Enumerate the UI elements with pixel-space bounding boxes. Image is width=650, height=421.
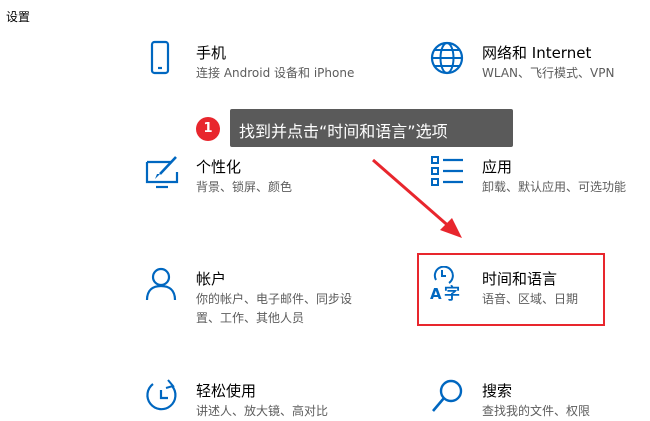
tile-title: 搜索: [482, 382, 513, 400]
tile-title: 网络和 Internet: [482, 44, 592, 62]
tile-title: 个性化: [196, 158, 242, 176]
settings-tile-search[interactable]: 搜索 查找我的文件、权限: [430, 378, 645, 418]
tile-description: WLAN、飞行模式、VPN: [482, 66, 615, 80]
ease-of-access-icon: [146, 379, 177, 411]
person-icon: [145, 267, 177, 301]
settings-tile-apps[interactable]: 应用 卸载、默认应用、可选功能: [430, 154, 645, 214]
tile-title: 轻松使用: [196, 382, 257, 400]
tile-title: 应用: [482, 158, 513, 176]
tile-description: 你的帐户、电子邮件、同步设 置、工作、其他人员: [196, 292, 353, 325]
highlight-box: [417, 253, 605, 326]
tooltip-text: 找到并点击“时间和语言”选项: [239, 122, 448, 141]
tile-description: 查找我的文件、权限: [482, 404, 591, 418]
search-icon: [432, 379, 463, 412]
app-list-icon: [431, 156, 463, 186]
settings-tile-ease-of-access[interactable]: 轻松使用 讲述人、放大镜、高对比: [144, 378, 384, 418]
tile-title: 手机: [196, 44, 227, 62]
settings-tile-accounts[interactable]: 帐户 你的帐户、电子邮件、同步设 置、工作、其他人员: [144, 266, 384, 332]
step-number-badge: 1: [196, 117, 220, 141]
tile-title: 帐户: [196, 270, 227, 288]
page-title: 设置: [6, 10, 31, 24]
tile-description: 背景、锁屏、颜色: [196, 180, 293, 194]
settings-tile-phone[interactable]: 手机 连接 Android 设备和 iPhone: [144, 40, 384, 100]
globe-icon: [430, 41, 464, 75]
tile-description: 卸载、默认应用、可选功能: [482, 180, 627, 194]
tile-description: 连接 Android 设备和 iPhone: [196, 66, 355, 80]
settings-tile-personalization[interactable]: 个性化 背景、锁屏、颜色: [144, 154, 384, 214]
paintbrush-monitor-icon: [145, 156, 179, 189]
phone-icon: [150, 40, 170, 75]
tile-description: 讲述人、放大镜、高对比: [196, 404, 329, 418]
settings-tile-network[interactable]: 网络和 Internet WLAN、飞行模式、VPN: [430, 40, 645, 100]
instruction-tooltip: 找到并点击“时间和语言”选项: [230, 109, 513, 147]
